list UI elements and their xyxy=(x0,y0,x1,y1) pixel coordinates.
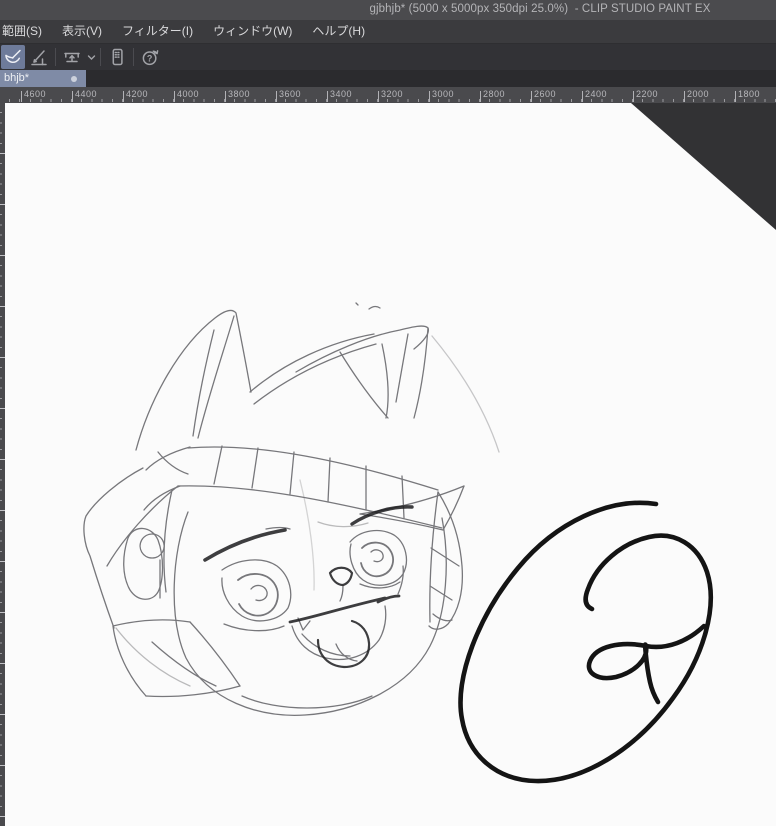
menu-item-2[interactable]: フィルター(I) xyxy=(112,20,203,43)
bed-arrow-icon xyxy=(62,47,82,67)
brush-bowl-icon xyxy=(3,47,23,67)
horizontal-ruler: 4600 4400 4200 4000 3800 3600 3400 3200 3000 2800… xyxy=(0,87,776,103)
document-tab-label: bhjb* xyxy=(4,72,30,84)
ruler-label: 2000 xyxy=(687,89,710,99)
canvas-artwork xyxy=(83,103,776,784)
menu-bar: 範囲(S) 表示(V) フィルター(I) ウィンドウ(W) ヘルプ(H) xyxy=(0,20,776,44)
clip-studio-paint-window: { "window": { "title": "gjbhjb* (5000 x … xyxy=(0,0,776,826)
ruler-major-tick xyxy=(72,91,73,102)
ruler-major-tick xyxy=(480,91,481,102)
brush-bowl-tool-button[interactable] xyxy=(1,45,25,69)
ruler-major-tick xyxy=(327,91,328,102)
ruler-major-tick xyxy=(429,91,430,102)
ruler-label: 4200 xyxy=(126,89,149,99)
ruler-label: 2400 xyxy=(585,89,608,99)
tablet-icon xyxy=(107,47,127,67)
title-bar[interactable]: gjbhjb* (5000 x 5000px 350dpi 25.0%) - C… xyxy=(0,0,776,20)
ruler-label: 3400 xyxy=(330,89,353,99)
help-button[interactable]: ? xyxy=(138,45,162,69)
canvas[interactable] xyxy=(5,103,776,826)
ruler-major-tick xyxy=(21,91,22,102)
ruler-major-tick xyxy=(225,91,226,102)
ruler-major-tick xyxy=(276,91,277,102)
fit-canvas-button[interactable] xyxy=(60,45,84,69)
unsaved-indicator-dot xyxy=(71,76,77,82)
ruler-major-tick xyxy=(633,91,634,102)
companion-tablet-button[interactable] xyxy=(105,45,129,69)
pasteboard-corner xyxy=(631,103,776,230)
ruler-label: 3000 xyxy=(432,89,455,99)
toolbar-separator xyxy=(100,48,101,66)
ruler-label: 1800 xyxy=(738,89,761,99)
svg-text:?: ? xyxy=(147,53,153,63)
ruler-major-tick xyxy=(378,91,379,102)
ruler-label: 2600 xyxy=(534,89,557,99)
ruler-label: 3800 xyxy=(228,89,251,99)
pen-edge-tool-button[interactable] xyxy=(27,45,51,69)
menu-item-1[interactable]: 表示(V) xyxy=(52,20,112,43)
command-bar: ? xyxy=(0,44,776,70)
document-tab[interactable]: bhjb* xyxy=(0,70,86,87)
ruler-label: 3600 xyxy=(279,89,302,99)
ruler-major-tick xyxy=(582,91,583,102)
pen-edge-icon xyxy=(29,47,49,67)
ruler-label: 3200 xyxy=(381,89,404,99)
menu-item-0[interactable]: 範囲(S) xyxy=(0,20,52,43)
ruler-major-tick xyxy=(684,91,685,102)
ruler-major-tick xyxy=(123,91,124,102)
document-tab-bar: bhjb* xyxy=(0,70,776,87)
ruler-label: 4600 xyxy=(24,89,47,99)
sketch-character-head xyxy=(83,302,500,716)
help-circle-icon: ? xyxy=(140,47,160,67)
scribble-stroke xyxy=(458,500,713,784)
ruler-major-tick xyxy=(735,91,736,102)
ruler-label: 4000 xyxy=(177,89,200,99)
ruler-major-tick xyxy=(174,91,175,102)
window-title: gjbhjb* (5000 x 5000px 350dpi 25.0%) - C… xyxy=(369,3,711,15)
toolbar-separator xyxy=(133,48,134,66)
chevron-down-icon[interactable] xyxy=(85,45,97,69)
toolbar-separator xyxy=(55,48,56,66)
ruler-label: 2800 xyxy=(483,89,506,99)
ruler-major-tick xyxy=(531,91,532,102)
menu-item-3[interactable]: ウィンドウ(W) xyxy=(203,20,302,43)
ruler-label: 2200 xyxy=(636,89,659,99)
ruler-label: 4400 xyxy=(75,89,98,99)
menu-item-4[interactable]: ヘルプ(H) xyxy=(302,20,375,43)
